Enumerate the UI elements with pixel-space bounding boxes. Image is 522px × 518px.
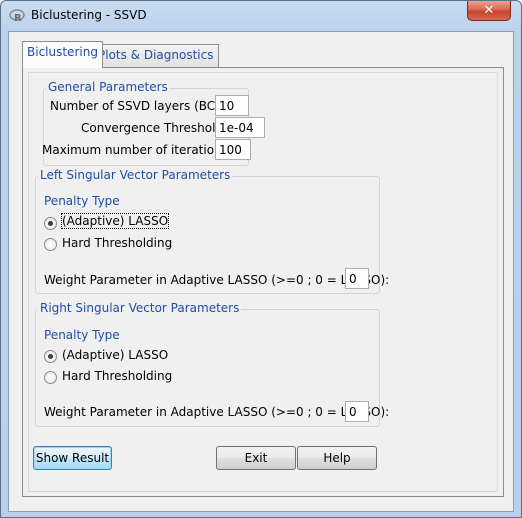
r-app-icon: R: [9, 9, 25, 24]
right-lasso-radio[interactable]: [44, 350, 57, 363]
panel-frame: General Parameters Number of SSVD layers…: [28, 72, 498, 492]
tab-plots-diagnostics[interactable]: Plots & Diagnostics: [93, 44, 219, 67]
right-weight-input[interactable]: [345, 401, 369, 422]
right-hard-threshold-label[interactable]: Hard Thresholding: [62, 369, 172, 383]
window-title: Biclustering - SSVD: [31, 8, 147, 22]
threshold-label: Convergence Threshold:: [81, 121, 228, 135]
right-vector-legend: Right Singular Vector Parameters: [38, 301, 242, 315]
left-hard-threshold-label[interactable]: Hard Thresholding: [62, 236, 172, 250]
layers-label: Number of SSVD layers (BC's):: [50, 99, 234, 113]
help-button[interactable]: Help: [297, 446, 377, 470]
left-lasso-label[interactable]: (Adaptive) LASSO: [60, 213, 170, 229]
left-weight-label: Weight Parameter in Adaptive LASSO (>=0 …: [44, 273, 390, 287]
left-hard-threshold-radio[interactable]: [44, 238, 57, 251]
right-lasso-label[interactable]: (Adaptive) LASSO: [62, 348, 168, 362]
close-icon: ✕: [483, 3, 495, 18]
left-weight-input[interactable]: [345, 268, 369, 289]
right-hard-threshold-radio[interactable]: [44, 371, 57, 384]
right-penalty-type-label: Penalty Type: [44, 328, 120, 342]
radio-selected-dot: [48, 354, 53, 359]
max-iterations-input[interactable]: [215, 139, 251, 160]
show-result-button[interactable]: Show Result: [33, 446, 112, 470]
exit-label: Exit: [244, 451, 268, 465]
close-button[interactable]: ✕: [467, 1, 511, 21]
svg-text:R: R: [14, 13, 22, 24]
radio-selected-dot: [48, 221, 53, 226]
general-parameters-legend: General Parameters: [46, 80, 170, 94]
dialog-client-area: Biclustering Plots & Diagnostics General…: [8, 31, 514, 512]
exit-button[interactable]: Exit: [216, 446, 296, 470]
right-weight-label: Weight Parameter in Adaptive LASSO (>=0 …: [44, 405, 390, 419]
tab-label: Plots & Diagnostics: [98, 48, 214, 62]
tab-biclustering[interactable]: Biclustering: [22, 41, 103, 68]
show-result-label: Show Result: [35, 451, 110, 465]
left-penalty-type-label: Penalty Type: [44, 194, 120, 208]
threshold-input[interactable]: [215, 117, 265, 138]
tab-panel: General Parameters Number of SSVD layers…: [22, 67, 504, 497]
layers-input[interactable]: [215, 95, 249, 116]
max-iterations-label: Maximum number of iterations:: [42, 143, 232, 157]
title-bar[interactable]: R Biclustering - SSVD ✕: [1, 1, 521, 31]
tab-label: Biclustering: [27, 45, 98, 59]
help-label: Help: [323, 451, 351, 465]
dialog-window: R Biclustering - SSVD ✕ Biclustering Plo…: [0, 0, 522, 518]
left-lasso-radio[interactable]: [44, 217, 57, 230]
left-vector-legend: Left Singular Vector Parameters: [38, 168, 233, 182]
